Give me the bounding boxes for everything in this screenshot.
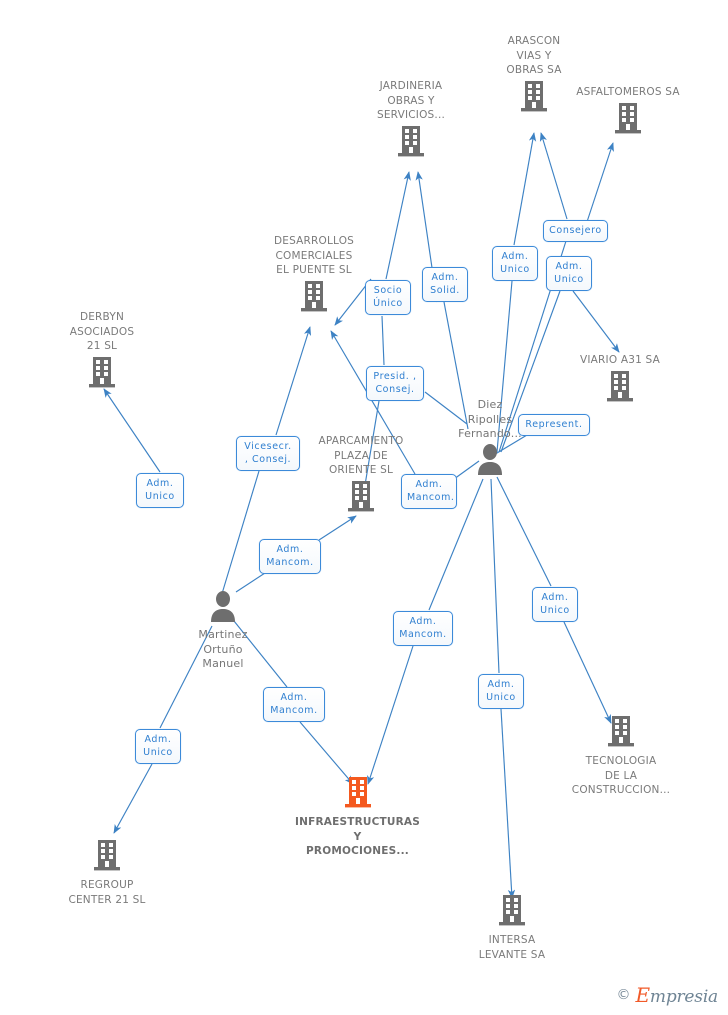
relation-chip-adm-unico-derbyn[interactable]: Adm. Unico	[136, 473, 184, 508]
node-label: INFRAESTRUCTURAS Y PROMOCIONES...	[295, 816, 420, 857]
person-icon	[183, 590, 263, 626]
building-icon	[556, 714, 686, 752]
edge-line	[220, 470, 260, 598]
building-icon	[558, 101, 698, 139]
relation-chip-adm-mancom-aparcamiento[interactable]: Adm. Mancom.	[401, 474, 457, 509]
node-label: Martinez Ortuño Manuel	[198, 628, 248, 670]
edge-line	[318, 515, 357, 541]
relation-chip-adm-unico-viario[interactable]: Adm. Unico	[546, 256, 592, 291]
building-icon	[562, 369, 678, 407]
node-tecnologia-de-la-construccion[interactable]: TECNOLOGIA DE LA CONSTRUCCION...	[556, 714, 686, 798]
node-label: DERBYN ASOCIADOS 21 SL	[69, 311, 135, 352]
building-icon	[356, 124, 466, 162]
node-label: REGROUP CENTER 21 SL	[68, 879, 146, 906]
edge-line	[113, 763, 153, 834]
node-viario-a31[interactable]: VIARIO A31 SA	[562, 353, 678, 407]
brand-name: Empresia	[636, 983, 719, 1007]
relation-chip-socio-unico[interactable]: Socio Único	[365, 280, 411, 315]
edge-line	[385, 171, 411, 280]
edge-line	[539, 132, 568, 220]
edge-line	[513, 132, 537, 246]
edge-line	[496, 476, 552, 587]
edge-line	[367, 645, 414, 785]
node-label: VIARIO A31 SA	[580, 354, 660, 366]
building-icon	[249, 279, 379, 317]
relationship-graph: DERBYN ASOCIADOS 21 SL DESARROLLOS COMER…	[0, 0, 728, 1015]
edge-line	[572, 290, 620, 353]
building-icon	[457, 893, 567, 931]
node-asfaltomeros[interactable]: ASFALTOMEROS SA	[558, 85, 698, 139]
relation-chip-adm-mancom-diez-infra[interactable]: Adm. Mancom.	[393, 611, 453, 646]
node-infraestructuras-y-promociones[interactable]: INFRAESTRUCTURAS Y PROMOCIONES...	[285, 775, 430, 859]
edge-line	[500, 708, 516, 899]
node-regroup-center-21[interactable]: REGROUP CENTER 21 SL	[52, 838, 162, 907]
relation-chip-adm-unico-regroup[interactable]: Adm. Unico	[135, 729, 181, 764]
building-icon	[62, 355, 142, 393]
node-jardineria-obras-y-servicios[interactable]: JARDINERIA OBRAS Y SERVICIOS...	[356, 79, 466, 162]
brand-initial: E	[635, 983, 651, 1007]
relation-chip-adm-mancom-martinez-infra[interactable]: Adm. Mancom.	[263, 687, 325, 722]
person-icon	[450, 443, 530, 479]
edge-line	[103, 388, 161, 473]
relation-chip-consejero[interactable]: Consejero	[543, 220, 608, 242]
node-label: DESARROLLOS COMERCIALES EL PUENTE SL	[273, 235, 355, 276]
node-label: ASFALTOMEROS SA	[576, 86, 680, 98]
relation-chip-adm-unico-intersa[interactable]: Adm. Unico	[478, 674, 524, 709]
relation-chip-adm-solid[interactable]: Adm. Solid.	[422, 267, 468, 302]
node-label: INTERSA LEVANTE SA	[478, 934, 546, 961]
node-label: APARCAMIENTO PLAZA DE ORIENTE SL	[318, 435, 404, 476]
building-icon	[52, 838, 162, 876]
relation-chip-adm-unico-tecnologia[interactable]: Adm. Unico	[532, 587, 578, 622]
copyright-icon: ©	[616, 987, 631, 1003]
relation-chip-represent[interactable]: Represent.	[518, 414, 590, 436]
building-icon	[285, 775, 430, 813]
node-label: JARDINERIA OBRAS Y SERVICIOS...	[376, 80, 446, 121]
relation-chip-presid-consej[interactable]: Presid. , Consej.	[366, 366, 424, 401]
node-person-diez-ripolles-fernando[interactable]: Diez Ripolles Fernando...	[450, 398, 530, 479]
empresia-watermark: © Empresia	[617, 983, 719, 1007]
edge-line	[275, 326, 312, 436]
edge-line	[563, 621, 612, 724]
node-intersa-levante[interactable]: INTERSA LEVANTE SA	[457, 893, 567, 962]
relation-chip-adm-unico-arascon[interactable]: Adm. Unico	[492, 246, 538, 281]
edge-line	[381, 315, 385, 366]
relation-chip-vicesecr-consej[interactable]: Vicesecr. , Consej.	[236, 436, 300, 471]
node-label: ARASCON VIAS Y OBRAS SA	[506, 35, 562, 76]
brand-rest: mpresia	[649, 987, 718, 1007]
edge-line	[490, 478, 500, 674]
node-desarrollos-comerciales-el-puente[interactable]: DESARROLLOS COMERCIALES EL PUENTE SL	[249, 234, 379, 317]
node-person-martinez-ortuno-manuel[interactable]: Martinez Ortuño Manuel	[183, 590, 263, 672]
node-label: TECNOLOGIA DE LA CONSTRUCCION...	[571, 755, 671, 796]
relation-chip-adm-mancom-martinez[interactable]: Adm. Mancom.	[259, 539, 321, 574]
node-derbyn[interactable]: DERBYN ASOCIADOS 21 SL	[62, 310, 142, 393]
